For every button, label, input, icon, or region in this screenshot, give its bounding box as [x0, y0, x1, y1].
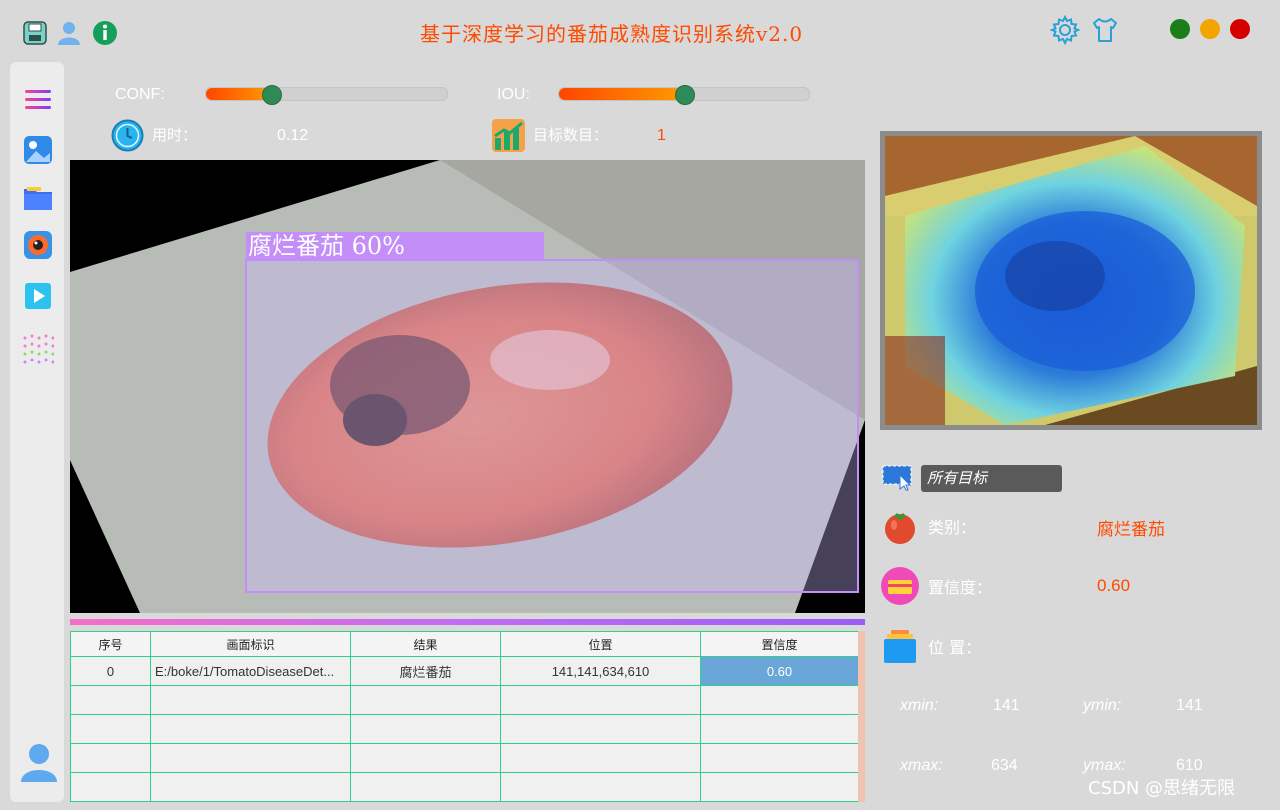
info-icon[interactable]: [92, 20, 118, 46]
menu-icon[interactable]: [22, 84, 54, 116]
cell-position[interactable]: 141,141,634,610: [500, 656, 701, 686]
cell-confidence[interactable]: [700, 772, 859, 802]
results-table[interactable]: 序号 画面标识 结果 位置 置信度 0 E:/boke/1/TomatoDise…: [70, 631, 865, 802]
target-select-icon: [882, 465, 914, 491]
header-confidence[interactable]: 置信度: [700, 631, 859, 657]
time-value: 0.12: [277, 127, 309, 144]
table-row[interactable]: [70, 772, 859, 802]
cell-result[interactable]: [350, 743, 501, 773]
header-result[interactable]: 结果: [350, 631, 501, 657]
iou-label: IOU:: [497, 86, 530, 103]
cell-result[interactable]: [350, 685, 501, 715]
video-play-icon[interactable]: [22, 280, 54, 312]
xmax-label: xmax:: [900, 757, 943, 774]
heatmap-image: [885, 136, 1257, 425]
table-header-row: 序号 画面标识 结果 位置 置信度: [70, 631, 859, 657]
detection-image: 腐烂番茄 60%: [70, 160, 865, 613]
cell-position[interactable]: [500, 772, 701, 802]
theme-shirt-icon[interactable]: [1090, 15, 1120, 45]
xmax-value: 634: [991, 757, 1018, 774]
cell-position[interactable]: [500, 685, 701, 715]
ymin-value: 141: [1176, 697, 1203, 714]
cell-confidence[interactable]: [700, 685, 859, 715]
ymax-label: ymax:: [1083, 757, 1126, 774]
class-label: 类别：: [928, 518, 977, 537]
cell-source[interactable]: [150, 743, 351, 773]
target-select-dropdown[interactable]: 所有目标: [921, 465, 1062, 492]
conf-slider[interactable]: [205, 85, 448, 105]
class-value: 腐烂番茄: [1097, 520, 1165, 539]
iou-slider-fill: [559, 88, 684, 100]
confidence-value: 0.60: [1097, 576, 1131, 595]
header-source[interactable]: 画面标识: [150, 631, 351, 657]
cell-position[interactable]: [500, 714, 701, 744]
position-label: 位 置：: [928, 638, 982, 657]
conf-slider-handle[interactable]: [262, 85, 283, 105]
dots-grid-icon[interactable]: [22, 332, 55, 364]
cell-result[interactable]: [350, 714, 501, 744]
cell-index[interactable]: [70, 743, 151, 773]
folder-icon[interactable]: [22, 182, 54, 214]
time-label: 用时：: [152, 126, 198, 144]
table-row[interactable]: [70, 685, 859, 715]
header-index[interactable]: 序号: [70, 631, 151, 657]
cell-confidence[interactable]: [700, 743, 859, 773]
xmin-value: 141: [993, 697, 1020, 714]
clock-icon: [111, 119, 144, 152]
table-row[interactable]: [70, 743, 859, 773]
user-avatar-icon[interactable]: [20, 742, 58, 782]
ymax-value: 610: [1176, 757, 1203, 774]
camera-icon[interactable]: [22, 229, 54, 261]
cell-result[interactable]: 腐烂番茄: [350, 656, 501, 686]
iou-slider-handle[interactable]: [675, 85, 695, 105]
iou-slider[interactable]: [558, 85, 810, 105]
app-title: 基于深度学习的番茄成熟度识别系统v2.0: [420, 22, 804, 46]
window-close-green-button[interactable]: [1170, 19, 1190, 39]
cell-source[interactable]: E:/boke/1/TomatoDiseaseDet...: [150, 656, 351, 686]
conf-label: CONF:: [115, 86, 165, 103]
table-row[interactable]: 0 E:/boke/1/TomatoDiseaseDet... 腐烂番茄 141…: [70, 656, 859, 686]
cell-source[interactable]: [150, 685, 351, 715]
cell-index[interactable]: [70, 772, 151, 802]
save-icon[interactable]: [22, 20, 48, 46]
position-icon: [883, 628, 917, 664]
cell-position[interactable]: [500, 743, 701, 773]
watermark: CSDN @思绪无限: [1088, 778, 1236, 799]
count-value: 1: [657, 127, 666, 144]
image-divider: [70, 619, 865, 625]
cell-source[interactable]: [150, 772, 351, 802]
confidence-icon: [880, 566, 920, 606]
cell-confidence[interactable]: 0.60: [700, 656, 859, 686]
confidence-label: 置信度：: [928, 578, 993, 597]
window-maximize-button[interactable]: [1230, 19, 1250, 39]
table-row[interactable]: [70, 714, 859, 744]
cell-source[interactable]: [150, 714, 351, 744]
user-icon[interactable]: [56, 20, 82, 46]
cell-confidence[interactable]: [700, 714, 859, 744]
tomato-icon: [882, 508, 918, 544]
image-file-icon[interactable]: [22, 134, 54, 166]
heatmap-frame: [880, 131, 1262, 430]
count-label: 目标数目：: [533, 126, 609, 144]
settings-gear-icon[interactable]: [1049, 14, 1081, 46]
xmin-label: xmin:: [900, 697, 939, 714]
cell-result[interactable]: [350, 772, 501, 802]
header-position[interactable]: 位置: [500, 631, 701, 657]
cell-index[interactable]: [70, 685, 151, 715]
ymin-label: ymin:: [1083, 697, 1122, 714]
detection-box-label: 腐烂番茄 60%: [248, 232, 405, 260]
table-scrollbar[interactable]: [858, 631, 865, 802]
cell-index[interactable]: 0: [70, 656, 151, 686]
window-minimize-button[interactable]: [1200, 19, 1220, 39]
sidebar: [10, 62, 64, 802]
cell-index[interactable]: [70, 714, 151, 744]
bar-chart-icon: [492, 119, 525, 152]
